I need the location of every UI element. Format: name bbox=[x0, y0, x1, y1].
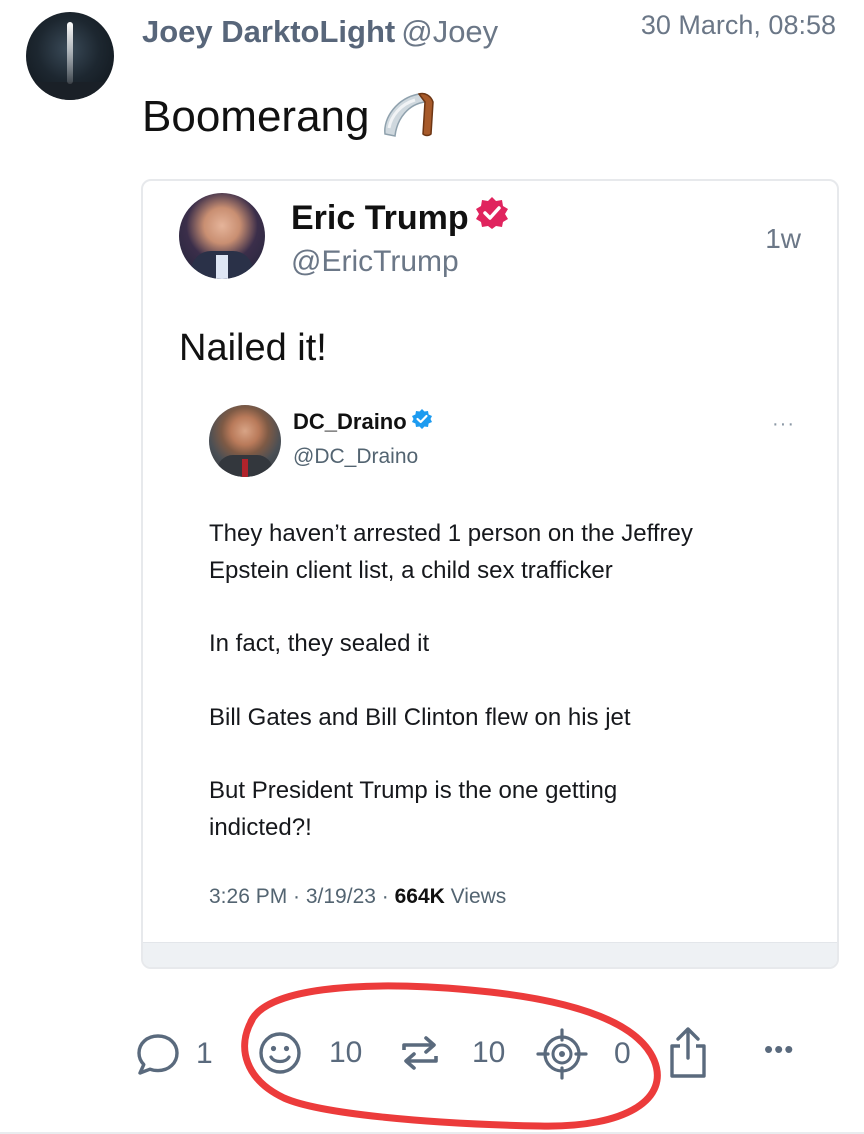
quoted-meta: 3:26 PM · 3/19/23 · 664K Views bbox=[209, 885, 506, 909]
quote-button[interactable]: 0 bbox=[536, 1028, 631, 1080]
embed-age: 1w bbox=[765, 223, 801, 254]
author-line[interactable]: Joey DarktoLight @Joey bbox=[142, 14, 498, 50]
quoted-author-name: DC_Draino bbox=[293, 408, 433, 436]
post-text: Boomerang bbox=[142, 88, 437, 151]
quoted-text-line: In fact, they sealed it bbox=[209, 630, 430, 657]
quoted-text-line: Bill Gates and Bill Clinton flew on his … bbox=[209, 704, 631, 731]
embed-author-handle: @EricTrump bbox=[291, 245, 459, 278]
quoted-views-label: Views bbox=[444, 885, 507, 908]
quoted-text-line: Epstein client list, a child sex traffic… bbox=[209, 557, 613, 584]
embed-bottom-strip bbox=[143, 942, 837, 967]
eric-avatar bbox=[179, 193, 265, 279]
author-avatar[interactable] bbox=[26, 12, 114, 100]
react-button[interactable]: 10 bbox=[257, 1030, 362, 1076]
embed-author-name-text: Eric Trump bbox=[291, 199, 469, 237]
quoted-author-name-text: DC_Draino bbox=[293, 409, 407, 434]
reply-count: 1 bbox=[196, 1037, 213, 1070]
action-bar: 1 10 10 0 ••• bbox=[0, 1022, 864, 1086]
quoted-text-line: But President Trump is the one getting bbox=[209, 777, 618, 804]
author-display-name[interactable]: Joey DarktoLight bbox=[142, 14, 395, 49]
quoted-more-icon: ··· bbox=[772, 413, 795, 435]
post-timestamp[interactable]: 30 March, 08:58 bbox=[641, 10, 836, 41]
share-button[interactable] bbox=[666, 1026, 710, 1080]
more-options-button[interactable]: ••• bbox=[764, 1034, 794, 1065]
embed-text: Nailed it! bbox=[179, 327, 327, 369]
verified-badge-icon bbox=[411, 408, 433, 436]
repost-icon bbox=[398, 1030, 442, 1076]
quoted-text-line: They haven’t arrested 1 person on the Je… bbox=[209, 520, 693, 547]
quoted-time: 3:26 PM · 3/19/23 · bbox=[209, 885, 395, 908]
smiley-icon bbox=[257, 1030, 303, 1076]
quoted-avatar bbox=[209, 405, 281, 477]
repost-count: 10 bbox=[472, 1036, 506, 1069]
verified-badge-icon bbox=[475, 196, 509, 239]
embed-author-name: Eric Trump bbox=[291, 196, 509, 239]
quoted-views-count: 664K bbox=[394, 885, 445, 908]
boomerang-icon bbox=[379, 88, 437, 151]
quoted-author-handle: @DC_Draino bbox=[293, 445, 419, 468]
reply-button[interactable]: 1 bbox=[134, 1030, 213, 1078]
quoted-text-line: indicted?! bbox=[209, 814, 312, 841]
more-icon: ••• bbox=[764, 1034, 795, 1064]
repost-button[interactable]: 10 bbox=[398, 1030, 505, 1076]
post-text-content: Boomerang bbox=[142, 92, 370, 142]
embedded-image-card[interactable]: Eric Trump @EricTrump 1w Nailed it! DC_D… bbox=[141, 179, 839, 969]
comment-icon bbox=[134, 1030, 182, 1078]
target-icon bbox=[536, 1028, 588, 1080]
reaction-count: 10 bbox=[329, 1036, 363, 1069]
quote-count: 0 bbox=[614, 1037, 631, 1070]
share-icon bbox=[666, 1026, 710, 1080]
author-handle[interactable]: @Joey bbox=[401, 14, 498, 49]
